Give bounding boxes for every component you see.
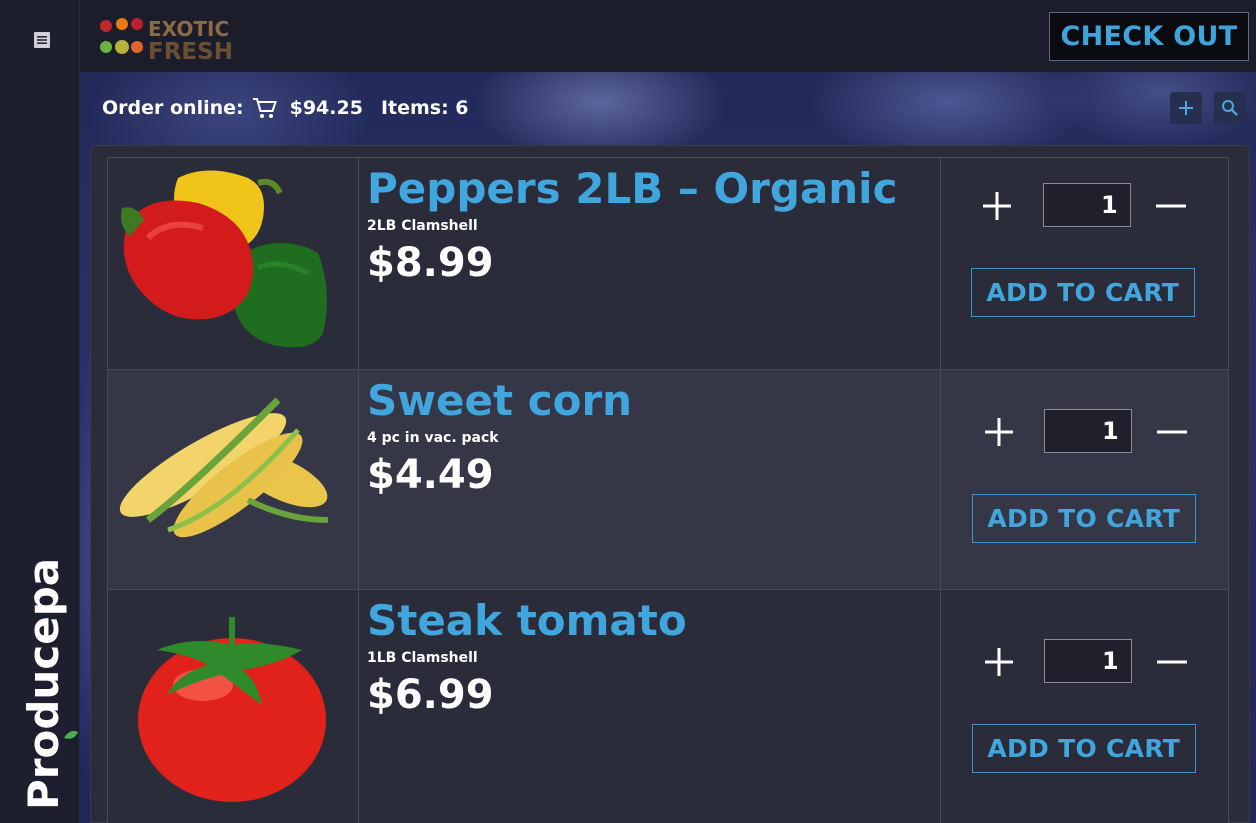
product-row: Sweet corn 4 pc in vac. pack $4.49 ADD T… bbox=[107, 369, 1230, 590]
product-name[interactable]: Peppers 2LB – Organic bbox=[367, 164, 940, 214]
product-image-cell bbox=[107, 157, 359, 370]
product-subtitle: 1LB Clamshell bbox=[367, 650, 478, 666]
product-row: Steak tomato 1LB Clamshell $6.99 ADD TO … bbox=[107, 589, 1230, 823]
product-image-cell bbox=[107, 369, 359, 590]
quantity-increase-button[interactable] bbox=[979, 188, 1015, 224]
quantity-input[interactable] bbox=[1043, 409, 1132, 453]
quantity-input[interactable] bbox=[1042, 183, 1131, 227]
order-total: $94.25 bbox=[289, 97, 363, 119]
quantity-decrease-button[interactable] bbox=[1154, 644, 1190, 680]
product-subtitle: 2LB Clamshell bbox=[367, 218, 478, 234]
quantity-decrease-button[interactable] bbox=[1154, 414, 1190, 450]
producepak-logo: Producepak bbox=[19, 560, 78, 810]
tomato-image bbox=[138, 617, 326, 802]
quantity-input[interactable] bbox=[1043, 639, 1132, 683]
product-row: Peppers 2LB – Organic 2LB Clamshell $8.9… bbox=[107, 157, 1230, 370]
product-price: $8.99 bbox=[367, 240, 494, 286]
add-to-cart-button[interactable]: ADD TO CART bbox=[970, 268, 1195, 317]
product-list: Peppers 2LB – Organic 2LB Clamshell $8.9… bbox=[107, 157, 1230, 823]
order-label: Order online: bbox=[102, 97, 244, 119]
add-to-cart-button[interactable]: ADD TO CART bbox=[971, 494, 1196, 543]
checkout-button[interactable]: CHECK OUT bbox=[1049, 12, 1249, 61]
search-icon bbox=[1222, 100, 1238, 116]
product-subtitle: 4 pc in vac. pack bbox=[367, 430, 499, 446]
product-controls: ADD TO CART bbox=[939, 589, 1230, 823]
product-controls: ADD TO CART bbox=[939, 369, 1230, 590]
add-button[interactable] bbox=[1170, 92, 1202, 124]
order-summary: Order online: $94.25 Items: 6 bbox=[102, 96, 469, 120]
product-controls: ADD TO CART bbox=[939, 157, 1230, 370]
product-info: Steak tomato 1LB Clamshell $6.99 bbox=[358, 589, 941, 823]
add-to-cart-button[interactable]: ADD TO CART bbox=[971, 724, 1196, 773]
product-price: $6.99 bbox=[367, 672, 494, 718]
items-count: Items: 6 bbox=[380, 97, 469, 119]
left-rail: Producepak bbox=[0, 0, 80, 823]
product-name[interactable]: Sweet corn bbox=[367, 376, 940, 426]
producepak-text: Producepak bbox=[19, 560, 68, 810]
quantity-decrease-button[interactable] bbox=[1153, 188, 1189, 224]
product-image-cell bbox=[107, 589, 359, 823]
quantity-increase-button[interactable] bbox=[981, 644, 1017, 680]
search-button[interactable] bbox=[1214, 92, 1246, 124]
cart-icon[interactable] bbox=[252, 96, 280, 120]
product-info: Sweet corn 4 pc in vac. pack $4.49 bbox=[358, 369, 941, 590]
logo-text-fresh: FRESH bbox=[148, 39, 233, 64]
product-price: $4.49 bbox=[367, 452, 494, 498]
bell-peppers-image bbox=[121, 170, 327, 348]
product-name[interactable]: Steak tomato bbox=[367, 596, 940, 646]
corn-image bbox=[119, 397, 329, 538]
top-bar: EXOTIC FRESH CHECK OUT bbox=[80, 0, 1256, 72]
quantity-increase-button[interactable] bbox=[981, 414, 1017, 450]
menu-icon[interactable] bbox=[31, 29, 53, 51]
product-info: Peppers 2LB – Organic 2LB Clamshell $8.9… bbox=[358, 157, 941, 370]
plus-icon bbox=[1179, 101, 1193, 115]
logo-text-exotic: EXOTIC bbox=[148, 17, 229, 41]
exotic-fresh-logo[interactable]: EXOTIC FRESH bbox=[96, 12, 246, 64]
